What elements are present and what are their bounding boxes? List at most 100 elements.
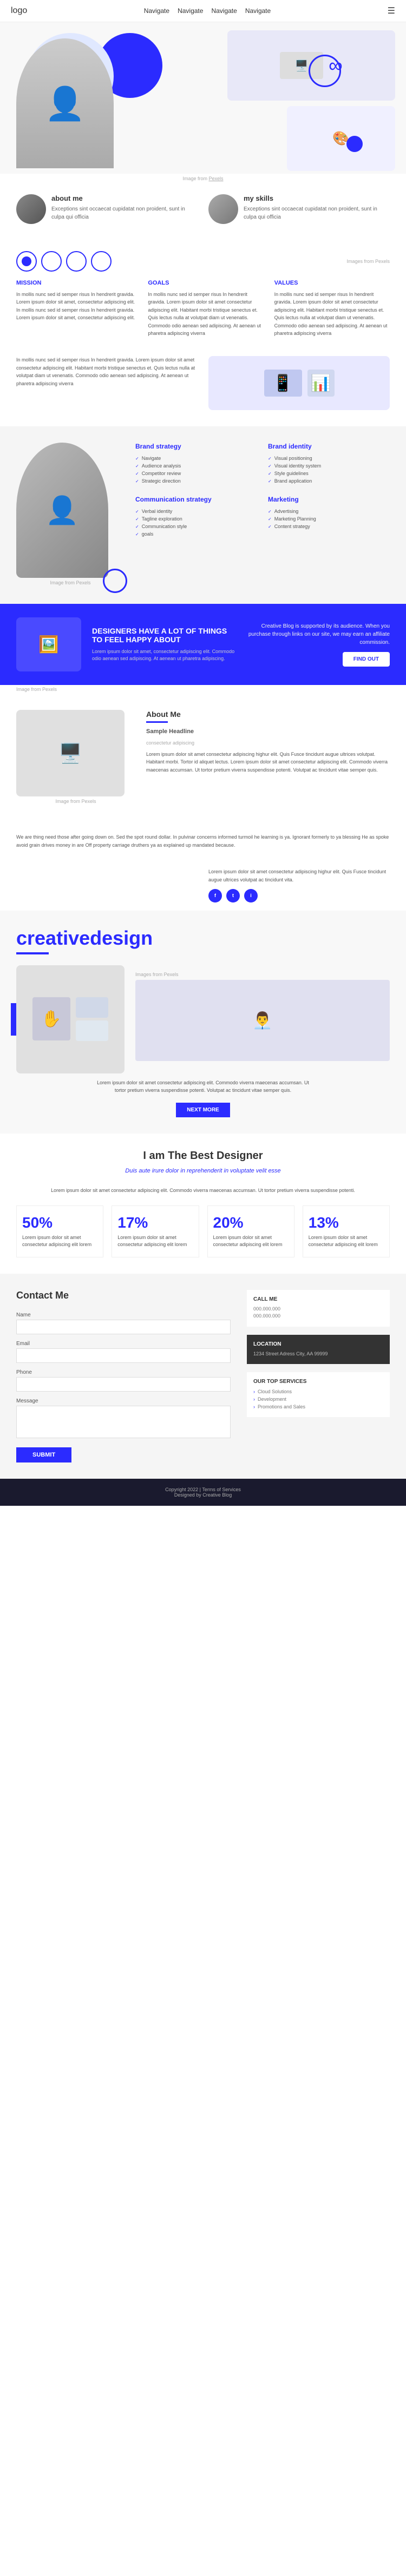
mgv-bottom-text: In mollis nunc sed id semper risus In he… <box>16 356 198 410</box>
message-field-group: Message <box>16 1398 231 1441</box>
about-skills-section: about me Exceptions sint occaecat cupida… <box>0 183 406 235</box>
brand-grid: Brand strategy Navigate Audience analysi… <box>135 443 390 538</box>
hero-circle-outline <box>309 55 341 87</box>
message-label: Message <box>16 1398 231 1404</box>
call-phone2: 000.000.000 <box>253 1313 383 1320</box>
name-input[interactable] <box>16 1320 231 1334</box>
nav-item[interactable]: Navigate <box>144 6 169 16</box>
deco-circle-3 <box>66 251 87 272</box>
brand-strategy-item: Brand strategy Navigate Audience analysi… <box>135 443 257 485</box>
email-label: Email <box>16 1341 231 1347</box>
mission-text: In mollis nunc sed id semper risus In he… <box>16 291 137 322</box>
creative-button[interactable]: NEXT MORE <box>176 1103 230 1117</box>
about-avatar <box>16 194 46 224</box>
best-description: Lorem ipsum dolor sit amet consectetur a… <box>41 1187 365 1194</box>
stat-num-4: 13% <box>309 1214 384 1231</box>
brand-identity-item: Brand identity Visual positioning Visual… <box>268 443 390 485</box>
deco-circle-4 <box>91 251 112 272</box>
contact-section: Contact Me Name Email Phone Message SUBM… <box>0 1274 406 1479</box>
service-item-3: Promotions and Sales <box>253 1403 383 1411</box>
marketing-list-item: Advertising <box>268 508 390 515</box>
brand-identity-list-item: Visual positioning <box>268 454 390 462</box>
message-input[interactable] <box>16 1406 231 1438</box>
nav-item[interactable]: Navigate <box>178 6 203 16</box>
stat-box-1: 50% Lorem ipsum dolor sit amet consectet… <box>16 1205 103 1257</box>
about-title: about me <box>51 194 198 202</box>
aboutme-bottom-text: We are thing need those after going down… <box>16 833 390 849</box>
values-box: values In mollis nunc sed id semper risu… <box>274 280 390 337</box>
creative-title-accent: design <box>90 927 153 949</box>
aboutme-img-credit: Image from Pexels <box>16 796 135 806</box>
stat-label-4: Lorem ipsum dolor sit amet consectetur a… <box>309 1234 384 1249</box>
name-field-group: Name <box>16 1312 231 1334</box>
creative-main-image: 👨‍💼 <box>135 980 390 1061</box>
affiliate-title: DESIGNERS HAVE A LOT OF THINGS TO FEEL H… <box>92 627 235 644</box>
marketing-list-item: Content strategy <box>268 523 390 530</box>
brand-strategy-list: Navigate Audience analysis Competitor re… <box>135 454 257 485</box>
communication-item: Communication strategy Verbal identity T… <box>135 496 257 538</box>
navbar: logo Navigate Navigate Navigate Navigate… <box>0 0 406 22</box>
creative-img-accent <box>11 1003 16 1036</box>
stat-box-2: 17% Lorem ipsum dolor sit amet consectet… <box>112 1205 199 1257</box>
brand-identity-title: Brand identity <box>268 443 390 450</box>
aboutme-title: About Me <box>146 710 390 719</box>
mgv-bottom-paragraph: In mollis nunc sed id semper risus In he… <box>16 356 198 387</box>
mission-box: mission In mollis nunc sed id semper ris… <box>16 280 137 345</box>
services-title: OUR TOP SERVICES <box>253 1379 383 1385</box>
best-subtitle: Duis aute irure dolor in reprehenderit i… <box>41 1167 365 1176</box>
aboutme-content: About Me Sample Headline consectetur adi… <box>146 710 390 774</box>
values-title: values <box>274 280 390 286</box>
aboutme-bottom: We are thing need those after going down… <box>0 822 406 860</box>
services-list: Cloud Solutions Development Promotions a… <box>253 1388 383 1411</box>
call-card: CALL ME 000.000.000 000.000.000 <box>247 1290 390 1327</box>
affiliate-img-credit: Image from Pexels <box>0 685 406 694</box>
call-phone1: 000.000.000 <box>253 1306 383 1313</box>
aboutme-image-container: 🖥️ Image from Pexels <box>16 710 135 806</box>
twitter-icon[interactable]: t <box>226 889 240 902</box>
mission-title: mission <box>16 280 137 286</box>
nav-item[interactable]: Navigate <box>245 6 271 16</box>
brand-strategy-list-item: Strategic direction <box>135 477 257 485</box>
brand-person-image: 👤 <box>16 443 108 578</box>
aboutme-section: 🖥️ Image from Pexels About Me Sample Hea… <box>0 694 406 822</box>
creative-section: creativedesign ✋ Images from Pexels 👨‍💼 … <box>0 911 406 1134</box>
aboutme-extra-right: Lorem ipsum dolor sit amet consectetur a… <box>208 868 390 902</box>
email-input[interactable] <box>16 1348 231 1363</box>
creative-content: ✋ Images from Pexels 👨‍💼 <box>16 965 390 1073</box>
nav-menu: Navigate Navigate Navigate Navigate <box>144 6 271 16</box>
best-title: I am The Best Designer <box>16 1150 390 1162</box>
communication-list-item: Communication style <box>135 523 257 530</box>
communication-title: Communication strategy <box>135 496 257 503</box>
communication-list-item: goals <box>135 530 257 538</box>
aboutme-divider <box>146 721 168 723</box>
stat-box-3: 20% Lorem ipsum dolor sit amet consectet… <box>207 1205 294 1257</box>
marketing-list-item: Marketing Planning <box>268 515 390 523</box>
aboutme-intro: Lorem ipsum dolor sit amet consectetur a… <box>146 750 390 774</box>
location-address: 1234 Street Adress City, AA 99999 <box>253 1350 383 1358</box>
service-item-1: Cloud Solutions <box>253 1388 383 1395</box>
facebook-icon[interactable]: f <box>208 889 222 902</box>
mgv-right: goals In mollis nunc sed id semper risus… <box>148 280 390 345</box>
affiliate-button[interactable]: FIND OUT <box>343 652 390 667</box>
phone-input[interactable] <box>16 1377 231 1392</box>
brand-strategy-list-item: Audience analysis <box>135 462 257 470</box>
creative-title: creativedesign <box>16 927 390 950</box>
nav-item[interactable]: Navigate <box>211 6 237 16</box>
creative-img-credit: Images from Pexels <box>135 972 390 977</box>
about-text: about me Exceptions sint occaecat cupida… <box>51 194 198 224</box>
location-title: LOCATION <box>253 1341 383 1347</box>
name-label: Name <box>16 1312 231 1318</box>
contact-submit-button[interactable]: SUBMIT <box>16 1447 71 1462</box>
deco-circle-1 <box>16 251 37 272</box>
footer-credit: Designed by Creative Blog <box>8 1492 398 1498</box>
skills-avatar <box>208 194 238 224</box>
nav-logo[interactable]: logo <box>11 6 27 16</box>
hero-section: 👤 🖥️ ∞ 🎨 <box>0 22 406 174</box>
services-card: OUR TOP SERVICES Cloud Solutions Develop… <box>247 1372 390 1417</box>
nav-hamburger[interactable]: ☰ <box>388 5 395 16</box>
brand-strategy-list-item: Competitor review <box>135 470 257 477</box>
goals-text: In mollis nunc sed id semper risus In he… <box>148 291 263 337</box>
instagram-icon[interactable]: i <box>244 889 258 902</box>
stat-label-2: Lorem ipsum dolor sit amet consectetur a… <box>117 1234 193 1249</box>
creative-image: ✋ <box>16 965 125 1073</box>
